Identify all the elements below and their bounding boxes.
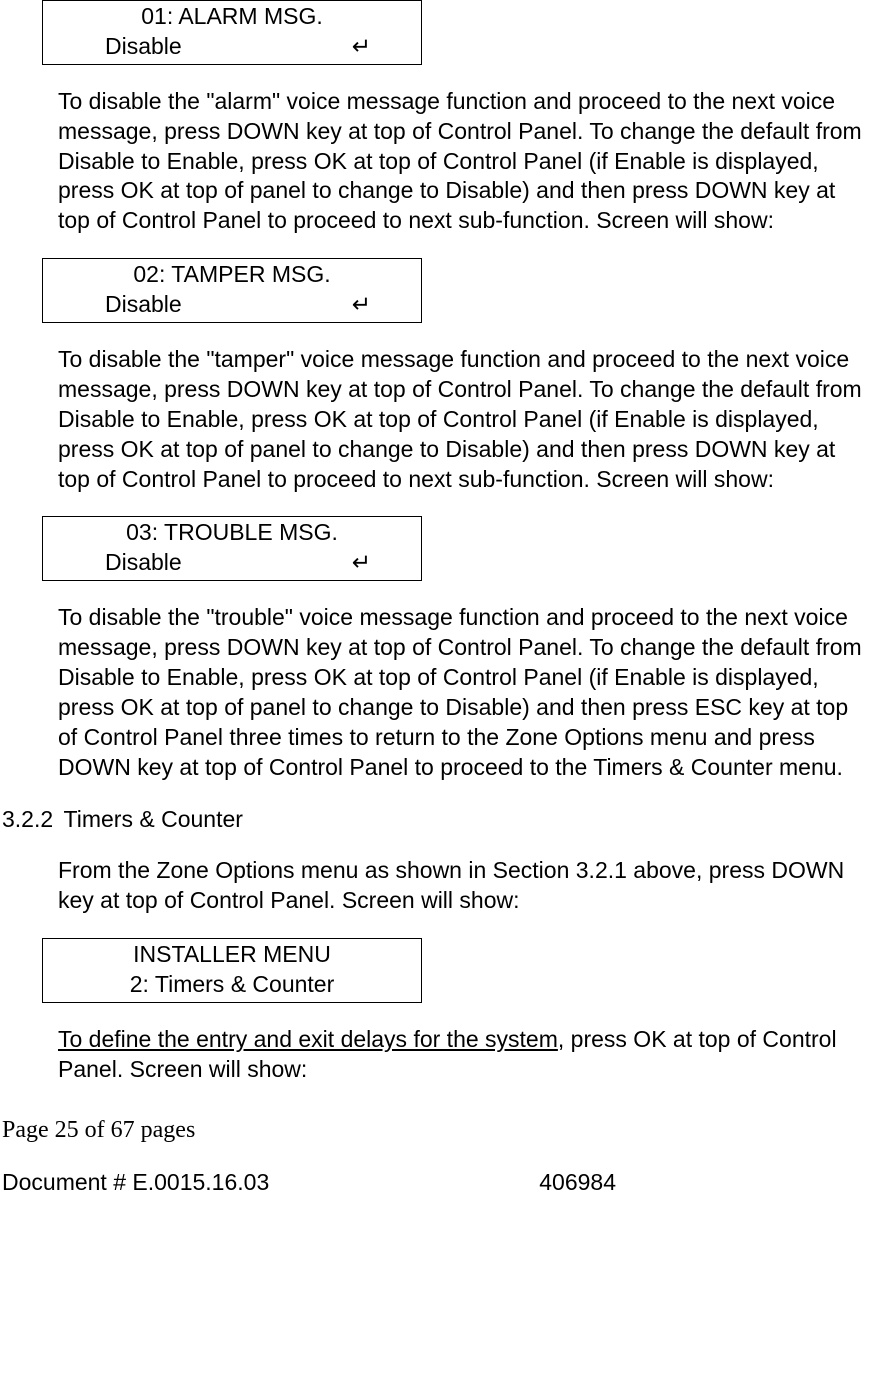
lcd-display-alarm: 01: ALARM MSG. Disable ↵ <box>42 0 422 65</box>
return-icon: ↵ <box>352 32 371 62</box>
lcd-line2: 2: Timers & Counter <box>43 970 421 1000</box>
section-number: 3.2.2 <box>2 806 53 832</box>
document-id: Document # E.0015.16.03 <box>2 1168 269 1198</box>
lcd-line1: 02: TAMPER MSG. <box>43 260 421 290</box>
lcd-line1: 03: TROUBLE MSG. <box>43 518 421 548</box>
lcd-display-trouble: 03: TROUBLE MSG. Disable ↵ <box>42 516 422 581</box>
footer-document-info: Document # E.0015.16.03 406984 <box>2 1168 888 1198</box>
section-title: Timers & Counter <box>64 806 243 832</box>
lcd-line2: Disable ↵ <box>43 290 421 320</box>
document-number: 406984 <box>539 1168 616 1198</box>
footer-page-number: Page 25 of 67 pages <box>2 1115 888 1146</box>
lcd-line1: 01: ALARM MSG. <box>43 2 421 32</box>
lcd-line1: INSTALLER MENU <box>43 940 421 970</box>
lcd-display-installer-menu: INSTALLER MENU 2: Timers & Counter <box>42 938 422 1003</box>
section-heading: 3.2.2 Timers & Counter <box>2 805 873 835</box>
paragraph-timers-intro: From the Zone Options menu as shown in S… <box>58 856 873 916</box>
paragraph-define-delays: To define the entry and exit delays for … <box>58 1025 873 1085</box>
lcd-line2: Disable ↵ <box>43 548 421 578</box>
lcd-display-tamper: 02: TAMPER MSG. Disable ↵ <box>42 258 422 323</box>
underlined-text: To define the entry and exit delays for … <box>58 1026 558 1052</box>
lcd-status: Disable <box>105 548 182 578</box>
lcd-status: Disable <box>105 32 182 62</box>
paragraph-alarm: To disable the "alarm" voice message fun… <box>58 87 873 236</box>
return-icon: ↵ <box>352 290 371 320</box>
paragraph-tamper: To disable the "tamper" voice message fu… <box>58 345 873 494</box>
lcd-status: Disable <box>105 290 182 320</box>
return-icon: ↵ <box>352 548 371 578</box>
paragraph-trouble: To disable the "trouble" voice message f… <box>58 603 873 782</box>
lcd-line2: Disable ↵ <box>43 32 421 62</box>
